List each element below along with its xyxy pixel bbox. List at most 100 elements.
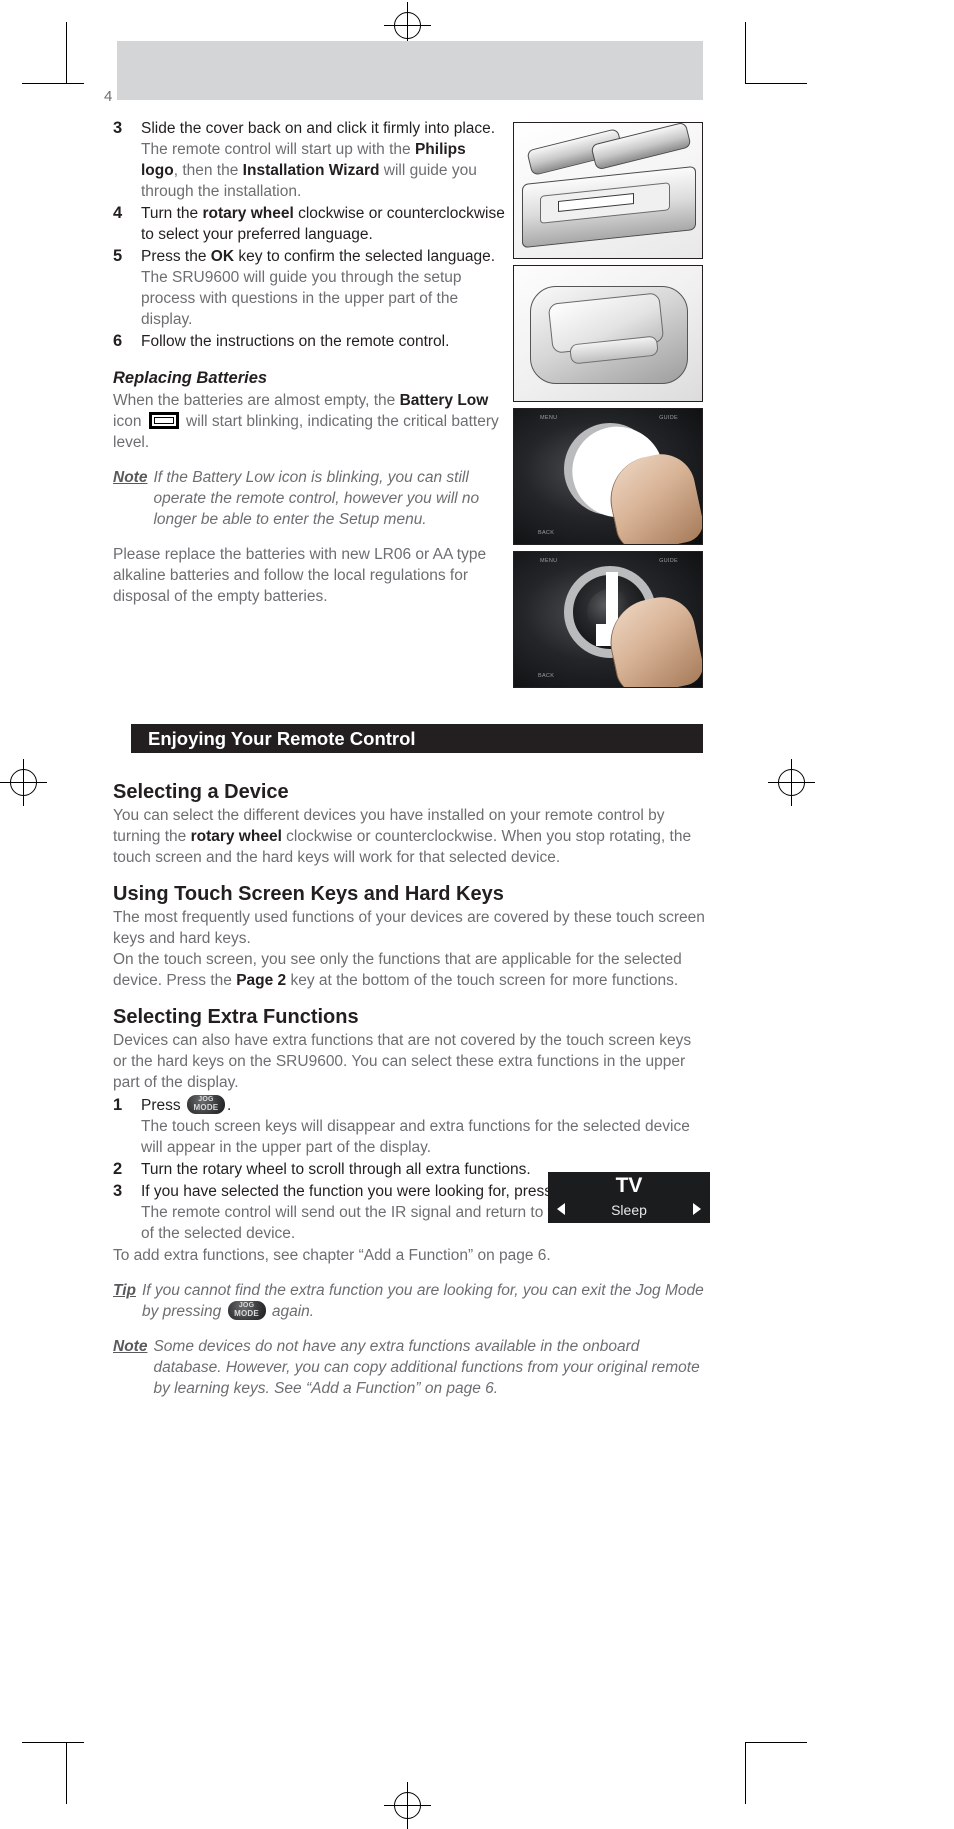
step-4-lead-pre: Turn the (141, 205, 203, 222)
selecting-a-device-paragraph: You can select the different devices you… (113, 805, 705, 868)
extra-step-1: 1 Press JOG MODE. The touch screen keys w… (113, 1095, 705, 1158)
replacing-batteries-paragraph: When the batteries are almost empty, the… (113, 390, 505, 453)
step-3-detail: The remote control will start up with th… (141, 139, 505, 202)
replacing-batteries-heading: Replacing Batteries (113, 369, 268, 387)
step-4-rotary-wheel-term: rotary wheel (202, 205, 294, 222)
step-3-number: 3 (113, 119, 123, 137)
guide-key-label-2: GUIDE (659, 558, 678, 564)
extra-step-3-lead-pre: If you have selected the function you we… (141, 1183, 552, 1200)
photo-2-artwork (514, 266, 702, 401)
step-6: 6 Follow the instructions on the remote … (113, 331, 505, 352)
replacing-p1-pre: When the batteries are almost empty, the (113, 392, 400, 409)
step-3-lead-text: Slide the cover back on and click it fir… (141, 120, 496, 137)
step-6-number: 6 (113, 332, 123, 350)
tip-label: Tip (113, 1282, 136, 1299)
touch-screen-keys-heading: Using Touch Screen Keys and Hard Keys (113, 883, 504, 905)
rotary-wheel-term-2: rotary wheel (190, 828, 282, 845)
note-text: If the Battery Low icon is blinking, you… (153, 469, 480, 528)
crop-mark-bottom-right-h (745, 1742, 807, 1743)
lcd-right-arrow-icon (693, 1203, 701, 1215)
section-header-bar: Enjoying Your Remote Control (131, 724, 703, 753)
extra-functions-closing: To add extra functions, see chapter “Add… (113, 1247, 551, 1264)
photo-3-artwork: OK MENU GUIDE BACK EXIT (514, 409, 702, 544)
remote-lcd-display: TV Sleep (548, 1172, 710, 1223)
touch-keys-paragraph-1: The most frequently used functions of yo… (113, 909, 705, 947)
step-5-lead: Press the OK key to confirm the selected… (141, 246, 505, 267)
step-5-lead-post: key to confirm the selected language. (234, 248, 496, 265)
tip-text-post: again. (271, 1303, 315, 1320)
registration-mark-right (768, 759, 815, 806)
replacing-batteries-note: Note If the Battery Low icon is blinking… (113, 467, 505, 530)
top-instructions-column: 3 Slide the cover back on and click it f… (113, 118, 505, 607)
crop-mark-bottom-left-v (66, 1742, 67, 1804)
extra-step-1-detail: The touch screen keys will disappear and… (141, 1118, 690, 1156)
guide-key-label: GUIDE (659, 415, 678, 421)
crop-mark-bottom-left-h (22, 1742, 84, 1743)
photo-1-artwork (514, 123, 702, 258)
step-3: 3 Slide the cover back on and click it f… (113, 118, 505, 202)
photo-4-artwork: MENU GUIDE BACK EXIT (514, 552, 702, 687)
step-3-detail-pre: The remote control will start up with th… (141, 141, 415, 158)
photo-slide-cover-back (513, 122, 703, 259)
page-header-banner (117, 41, 703, 100)
crop-mark-bottom-right-v (745, 1742, 746, 1804)
tip-text: If you cannot find the extra function yo… (142, 1280, 705, 1322)
extra-step-1-lead: Press JOG MODE. (141, 1095, 705, 1116)
page-2-key-term: Page 2 (236, 972, 287, 989)
menu-key-label: MENU (540, 415, 558, 421)
jog-mode-icon-2-line2: MODE (234, 1309, 259, 1318)
extra-functions-tip: Tip If you cannot find the extra functio… (113, 1280, 705, 1322)
crop-mark-top-right-h (745, 83, 807, 84)
jog-mode-icon-line2: MODE (193, 1103, 219, 1112)
step-3-installation-wizard-term: Installation Wizard (242, 162, 380, 179)
back-key-label-2: BACK (538, 673, 555, 679)
extra-step-1-number: 1 (113, 1096, 123, 1114)
step-4-number: 4 (113, 204, 123, 222)
note-text-2: Some devices do not have any extra funct… (153, 1338, 700, 1397)
step-6-lead: Follow the instructions on the remote co… (141, 333, 450, 350)
step-3-detail-mid: , then the (173, 162, 243, 179)
crop-mark-top-left-v (66, 22, 67, 84)
step-5-lead-pre: Press the (141, 248, 211, 265)
crop-mark-top-right-v (745, 22, 746, 84)
section-header-title: Enjoying Your Remote Control (148, 728, 416, 749)
extra-step-2-number: 2 (113, 1160, 123, 1178)
tip-text-pre: If you cannot find the extra function yo… (141, 1282, 704, 1320)
battery-illustration-2 (590, 123, 692, 171)
note-label: Note (113, 469, 148, 486)
selecting-extra-functions-heading: Selecting Extra Functions (113, 1006, 359, 1028)
crop-mark-top-left-h (22, 83, 84, 84)
lcd-device-label: TV (615, 1174, 643, 1197)
step-5: 5 Press the OK key to confirm the select… (113, 246, 505, 330)
extra-step-3-number: 3 (113, 1182, 123, 1200)
replace-batteries-paragraph: Please replace the batteries with new LR… (113, 546, 487, 605)
back-key-label: BACK (538, 530, 555, 536)
step-5-detail: The SRU9600 will guide you through the s… (141, 269, 462, 328)
main-body-column: Selecting a Device You can select the di… (113, 766, 705, 1399)
touch-keys-paragraph-2: On the touch screen, you see only the fu… (113, 949, 705, 991)
step-5-ok-key-term: OK (210, 248, 235, 265)
battery-low-term: Battery Low (399, 392, 489, 409)
extra-step-1-lead-post: . (226, 1097, 232, 1114)
menu-key-label-2: MENU (540, 558, 558, 564)
extra-functions-intro: Devices can also have extra functions th… (113, 1032, 692, 1091)
photo-remote-back-cover (513, 265, 703, 402)
registration-mark-left (0, 759, 47, 806)
extra-functions-note: Note Some devices do not have any extra … (113, 1336, 705, 1399)
extra-step-1-lead-pre: Press (141, 1097, 181, 1114)
step-4-lead: Turn the rotary wheel clockwise or count… (141, 203, 505, 245)
touch-keys-p2-post: key at the bottom of the touch screen fo… (286, 972, 679, 989)
lcd-function-label: Sleep (611, 1202, 647, 1218)
step-3-lead: Slide the cover back on and click it fir… (141, 118, 505, 139)
registration-mark-top (384, 2, 431, 49)
step-5-number: 5 (113, 247, 123, 265)
photo-press-ok-key: MENU GUIDE BACK EXIT (513, 551, 703, 688)
photo-rotary-wheel-turn: OK MENU GUIDE BACK EXIT (513, 408, 703, 545)
selecting-a-device-heading: Selecting a Device (113, 781, 289, 803)
page-number: 4 (104, 88, 113, 105)
registration-mark-bottom (384, 1782, 431, 1829)
jog-mode-icon: JOG MODE (186, 1095, 225, 1114)
replacing-p1-mid: icon (113, 413, 146, 430)
step-4: 4 Turn the rotary wheel clockwise or cou… (113, 203, 505, 245)
battery-low-icon (148, 412, 179, 429)
